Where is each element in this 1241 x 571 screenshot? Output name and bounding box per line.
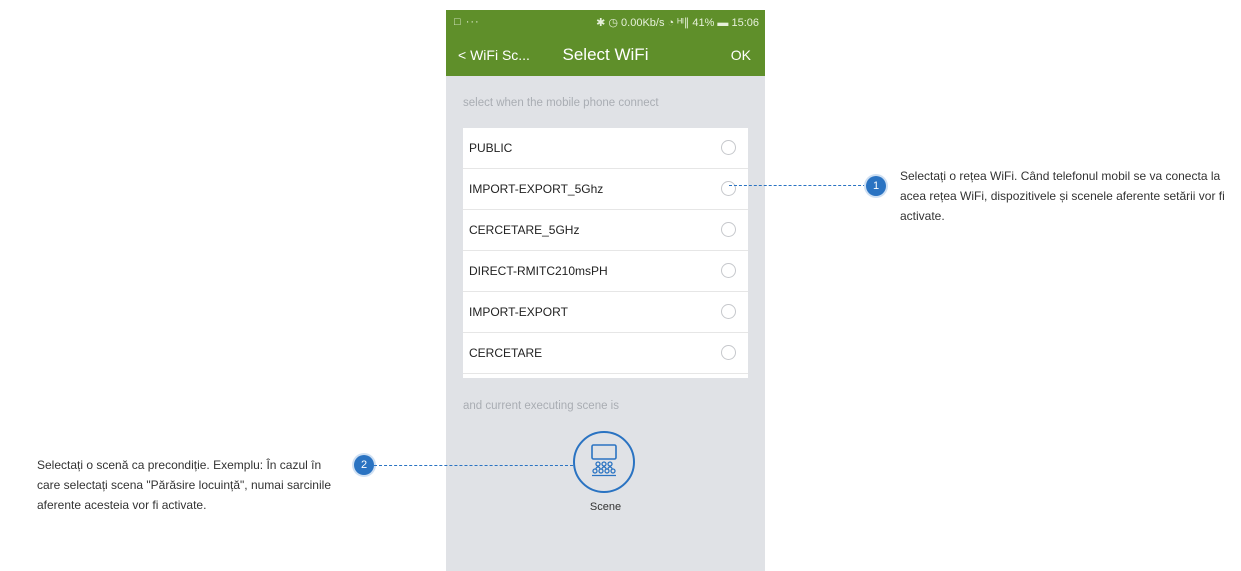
wifi-name: PUBLIC — [469, 141, 513, 155]
wifi-name: IMPORT-EXPORT_5Ghz — [469, 182, 604, 196]
title-bar: < WiFi Sc... Select WiFi OK — [446, 36, 765, 76]
wifi-item[interactable]: DIRECT-RMITC210msPH — [463, 251, 748, 292]
page-title: Select WiFi — [562, 45, 649, 64]
radio-button[interactable] — [721, 222, 736, 237]
radio-button[interactable] — [721, 263, 736, 278]
phone-screen: □ ··· ✱ ◷ 0.00Kb/s ◔ ᴴᴵ∥ 41% ▬ 15:06 < W… — [446, 10, 765, 571]
radio-button[interactable] — [721, 140, 736, 155]
annotation-text-2: Selectați o scenă ca precondiție. Exempl… — [37, 458, 331, 512]
scene-button-label: Scene — [589, 501, 622, 513]
callout-line-2 — [374, 465, 573, 466]
annotation-text-1: Selectați o rețea WiFi. Când telefonul m… — [900, 169, 1225, 223]
status-bar: □ ··· ✱ ◷ 0.00Kb/s ◔ ᴴᴵ∥ 41% ▬ 15:06 — [446, 10, 765, 36]
wifi-item[interactable]: CERCETARE_5GHz — [463, 210, 748, 251]
radio-button[interactable] — [721, 181, 736, 196]
callout-line-1 — [729, 185, 866, 186]
status-bar-left: □ ··· — [454, 16, 480, 28]
scene-theater-icon — [591, 444, 617, 477]
scene-section-label: and current executing scene is — [463, 400, 619, 412]
wifi-name: CERCETARE — [469, 346, 543, 360]
annotation-marker-1: 1 — [866, 176, 886, 196]
ok-button[interactable]: OK — [731, 47, 751, 63]
wifi-name: IMPORT-EXPORT — [469, 305, 568, 319]
wifi-item-partial[interactable] — [463, 374, 748, 378]
annotation-marker-2: 2 — [354, 455, 374, 475]
radio-button[interactable] — [721, 345, 736, 360]
wifi-name: CERCETARE_5GHz — [469, 223, 580, 237]
wifi-name: DIRECT-RMITC210msPH — [469, 264, 608, 278]
wifi-item[interactable]: IMPORT-EXPORT_5Ghz — [463, 169, 748, 210]
wifi-item[interactable]: PUBLIC — [463, 128, 748, 169]
wifi-section-label: select when the mobile phone connect — [463, 97, 659, 109]
status-bar-right: ✱ ◷ 0.00Kb/s ◔ ᴴᴵ∥ 41% ▬ 15:06 — [596, 17, 759, 29]
wifi-list: PUBLIC IMPORT-EXPORT_5Ghz CERCETARE_5GHz… — [463, 128, 748, 378]
radio-button[interactable] — [721, 304, 736, 319]
wifi-item[interactable]: CERCETARE — [463, 333, 748, 374]
scene-button[interactable] — [573, 431, 635, 493]
wifi-item[interactable]: IMPORT-EXPORT — [463, 292, 748, 333]
